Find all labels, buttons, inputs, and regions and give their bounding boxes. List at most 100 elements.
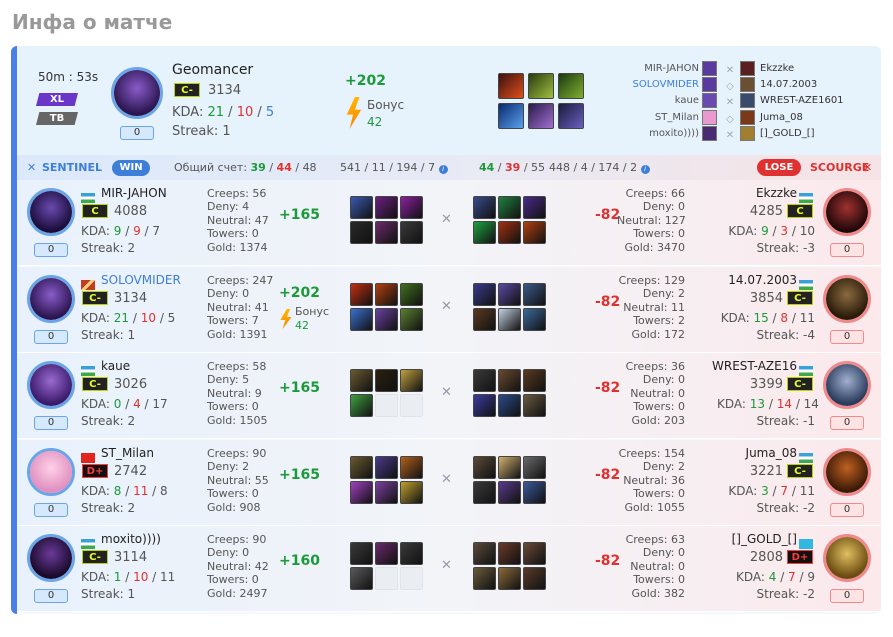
item-icon[interactable] [498, 73, 524, 99]
item-icon[interactable] [375, 369, 398, 392]
item-icon[interactable] [523, 481, 546, 504]
item-icon[interactable] [523, 283, 546, 306]
right-player-avatar[interactable] [823, 275, 871, 323]
left-player-name[interactable]: ST_Milan [101, 446, 154, 460]
lineup-right-name[interactable]: []_GOLD_[] [760, 126, 875, 142]
item-icon[interactable] [350, 542, 373, 565]
mvp-name[interactable]: Geomancer [172, 62, 253, 78]
item-icon[interactable] [350, 369, 373, 392]
item-icon[interactable] [350, 196, 373, 219]
lineup-left-name[interactable]: SOLOVMIDER [607, 77, 699, 93]
item-icon[interactable] [558, 103, 584, 129]
mvp-avatar[interactable] [111, 67, 163, 119]
item-icon[interactable] [558, 73, 584, 99]
item-icon[interactable] [498, 308, 521, 331]
item-icon[interactable] [498, 196, 521, 219]
item-icon[interactable] [523, 567, 546, 590]
item-icon[interactable] [523, 196, 546, 219]
item-icon[interactable] [523, 308, 546, 331]
item-icon[interactable] [350, 456, 373, 479]
lineup-left-name[interactable]: MIR-JAHON [607, 61, 699, 77]
item-icon[interactable] [523, 369, 546, 392]
item-icon[interactable] [375, 283, 398, 306]
lineup-right-name[interactable]: Ekzzke [760, 61, 875, 77]
left-player-name[interactable]: SOLOVMIDER [101, 273, 181, 287]
hero-mini-icon [740, 109, 755, 125]
left-player-name[interactable]: moxito)))) [101, 532, 161, 546]
item-icon[interactable] [400, 481, 423, 504]
item-icon[interactable] [523, 221, 546, 244]
item-icon[interactable] [350, 394, 373, 417]
info-icon[interactable]: i [640, 165, 650, 174]
left-rank-badge: C- [82, 377, 108, 391]
item-icon[interactable] [350, 308, 373, 331]
item-icon[interactable] [473, 369, 496, 392]
item-icon[interactable] [350, 283, 373, 306]
item-icon[interactable] [400, 456, 423, 479]
item-icon[interactable] [473, 456, 496, 479]
item-icon[interactable] [473, 542, 496, 565]
item-icon[interactable] [400, 283, 423, 306]
item-icon[interactable] [528, 103, 554, 129]
item-icon[interactable] [473, 196, 496, 219]
item-icon[interactable] [498, 103, 524, 129]
right-player-name[interactable]: 14.07.2003 [711, 273, 797, 287]
left-player-avatar[interactable] [27, 534, 75, 582]
item-icon[interactable] [400, 196, 423, 219]
item-icon[interactable] [473, 567, 496, 590]
right-player-avatar[interactable] [823, 361, 871, 409]
item-icon[interactable] [498, 369, 521, 392]
lineup-left-name[interactable]: kaue [607, 93, 699, 109]
item-icon[interactable] [498, 567, 521, 590]
right-rank-badge: C- [787, 291, 813, 305]
info-icon[interactable]: i [438, 165, 448, 174]
left-player-avatar[interactable] [27, 275, 75, 323]
left-player-name[interactable]: kaue [101, 359, 130, 373]
item-icon[interactable] [375, 481, 398, 504]
item-icon[interactable] [473, 308, 496, 331]
item-icon[interactable] [375, 542, 398, 565]
item-icon[interactable] [498, 221, 521, 244]
lineup-right-name[interactable]: WREST-AZE1601 [760, 93, 875, 109]
right-player-name[interactable]: Ekzzke [711, 186, 797, 200]
item-icon[interactable] [498, 456, 521, 479]
item-icon[interactable] [350, 567, 373, 590]
left-player-avatar[interactable] [27, 448, 75, 496]
item-icon[interactable] [473, 283, 496, 306]
left-player-name[interactable]: MIR-JAHON [101, 186, 167, 200]
lineup-right-name[interactable]: Juma_08 [760, 110, 875, 126]
right-player-avatar[interactable] [823, 188, 871, 236]
item-icon[interactable] [498, 542, 521, 565]
item-icon[interactable] [473, 394, 496, 417]
right-player-name[interactable]: WREST-AZE16 [711, 359, 797, 373]
item-icon[interactable] [498, 481, 521, 504]
item-icon[interactable] [523, 542, 546, 565]
item-icon[interactable] [375, 308, 398, 331]
left-player-avatar[interactable] [27, 361, 75, 409]
item-icon[interactable] [523, 456, 546, 479]
item-icon[interactable] [375, 196, 398, 219]
item-icon[interactable] [400, 308, 423, 331]
item-icon[interactable] [375, 456, 398, 479]
item-icon[interactable] [473, 481, 496, 504]
right-player-avatar[interactable] [823, 534, 871, 582]
item-icon[interactable] [498, 394, 521, 417]
item-icon[interactable] [350, 221, 373, 244]
item-icon[interactable] [400, 542, 423, 565]
item-icon[interactable] [400, 369, 423, 392]
right-kda: KDA: 3 / 7 / 11 [728, 484, 815, 498]
lineup-right-name[interactable]: 14.07.2003 [760, 77, 875, 93]
item-icon[interactable] [350, 481, 373, 504]
lineup-left-name[interactable]: moxito)))) [607, 126, 699, 142]
right-player-avatar[interactable] [823, 448, 871, 496]
item-icon[interactable] [473, 221, 496, 244]
lineup-left-name[interactable]: ST_Milan [607, 110, 699, 126]
right-player-name[interactable]: []_GOLD_[] [711, 532, 797, 546]
item-icon[interactable] [498, 283, 521, 306]
item-icon[interactable] [523, 394, 546, 417]
item-icon[interactable] [400, 221, 423, 244]
item-icon[interactable] [528, 73, 554, 99]
left-player-avatar[interactable] [27, 188, 75, 236]
right-player-name[interactable]: Juma_08 [711, 446, 797, 460]
item-icon[interactable] [375, 221, 398, 244]
